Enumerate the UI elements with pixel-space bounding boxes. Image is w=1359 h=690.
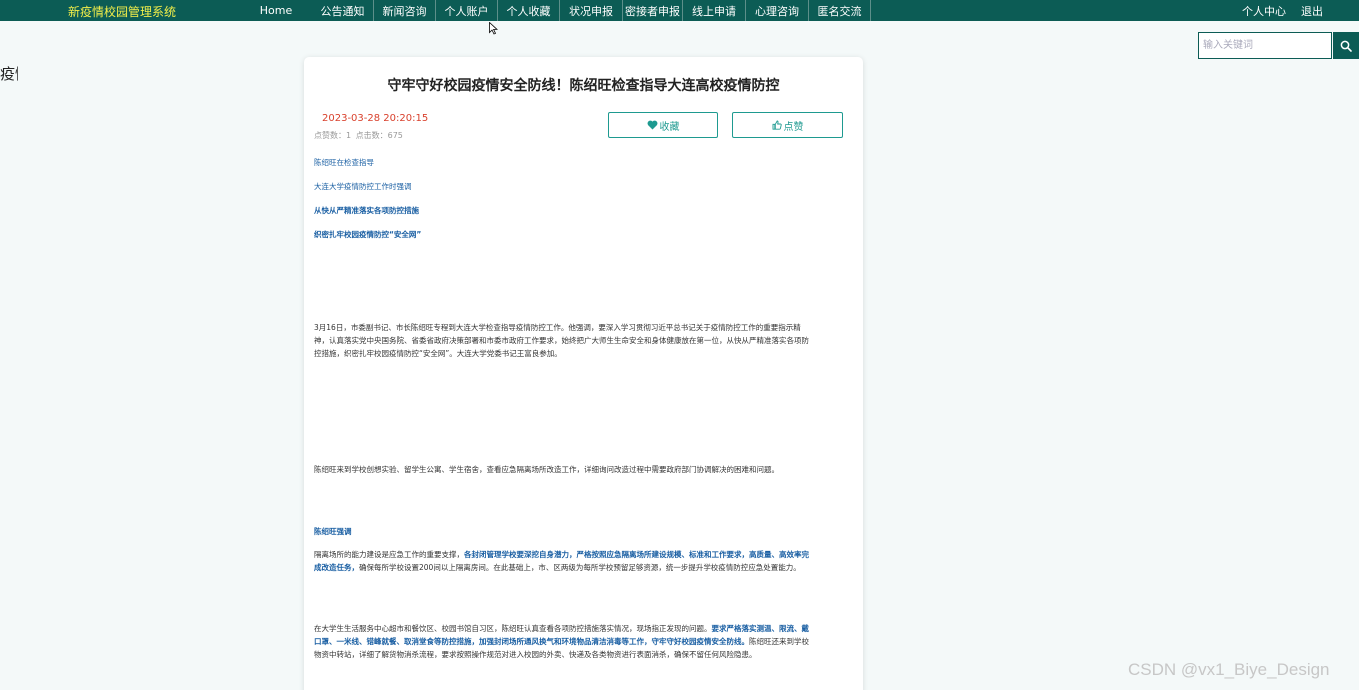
nav-online-apply[interactable]: 线上申请 [683,0,746,21]
nav-anonymous-chat[interactable]: 匿名交流 [809,0,871,21]
like-button[interactable]: 点赞 [732,112,843,138]
nav-favorites[interactable]: 个人收藏 [498,0,560,21]
article-subtitle: 大连大学疫情防控工作时强调 [314,182,412,191]
paragraph-text: 在大学生生活服务中心超市和餐饮区、校园书馆自习区，陈绍旺认真查看各项防控措施落实… [314,624,712,633]
site-brand[interactable]: 新疫情校园管理系统 [68,3,176,20]
article-paragraph: 3月16日，市委副书记、市长陈绍旺专程到大连大学检查指导疫情防控工作。他强调，要… [314,323,809,358]
nav-status-report[interactable]: 状况申报 [560,0,623,21]
top-navbar: 新疫情校园管理系统 Home 公告通知 新闻咨询 个人账户 个人收藏 状况申报 … [0,0,1359,21]
article-subtitle: 从快从严精准落实各项防控措施 [314,206,419,215]
side-fragment-text: 疫情 [0,65,18,83]
nav-logout[interactable]: 退出 [1301,3,1323,19]
search-icon [1340,40,1352,52]
favorite-button[interactable]: 收藏 [608,112,718,138]
heart-icon [647,120,657,130]
search-input[interactable] [1198,32,1332,59]
article-paragraph: 在大学生生活服务中心超市和餐饮区、校园书馆自习区，陈绍旺认真查看各项防控措施落实… [314,622,812,661]
article-date: 2023-03-28 20:20:15 [322,113,429,124]
article-paragraph: 隔离场所的能力建设是应急工作的重要支撑，各封闭管理学校要深挖自身潜力，严格按照应… [314,548,812,574]
like-label: 点赞 [783,121,804,133]
article-paragraph: 陈绍旺来到学校创想实验、留学生公寓、学生宿舍，查看应急隔离场所改造工作，详细询问… [314,465,779,474]
nav-contact-report[interactable]: 密接者申报 [623,0,683,21]
article-stats: 点赞数：1 点击数：675 [314,131,403,140]
article-subtitle: 织密扎牢校园疫情防控“安全网” [314,230,422,239]
mouse-cursor-icon [489,22,498,35]
article-subheading: 陈绍旺强调 [314,527,352,536]
paragraph-text: 确保每所学校设置200间以上隔离房间。在此基础上，市、区两级为每所学校预留足够资… [359,563,801,572]
article-title: 守牢守好校园疫情安全防线！陈绍旺检查指导大连高校疫情防控 [387,78,780,94]
favorite-label: 收藏 [659,121,680,133]
nav-account[interactable]: 个人账户 [436,0,498,21]
article-subtitle: 陈绍旺在检查指导 [314,158,374,167]
watermark: CSDN @vx1_Biye_Design [1128,660,1330,679]
nav-user-center[interactable]: 个人中心 [1242,3,1286,19]
article-card: 守牢守好校园疫情安全防线！陈绍旺检查指导大连高校疫情防控 2023-03-28 … [304,57,863,690]
thumbs-up-icon [772,120,782,130]
search-button[interactable] [1333,32,1359,59]
nav-announcements[interactable]: 公告通知 [312,0,374,21]
paragraph-text: 隔离场所的能力建设是应急工作的重要支撑， [314,550,464,559]
main-nav: Home 公告通知 新闻咨询 个人账户 个人收藏 状况申报 密接者申报 线上申请… [240,0,871,21]
nav-home[interactable]: Home [240,0,312,21]
nav-counseling[interactable]: 心理咨询 [746,0,809,21]
nav-news[interactable]: 新闻咨询 [374,0,436,21]
